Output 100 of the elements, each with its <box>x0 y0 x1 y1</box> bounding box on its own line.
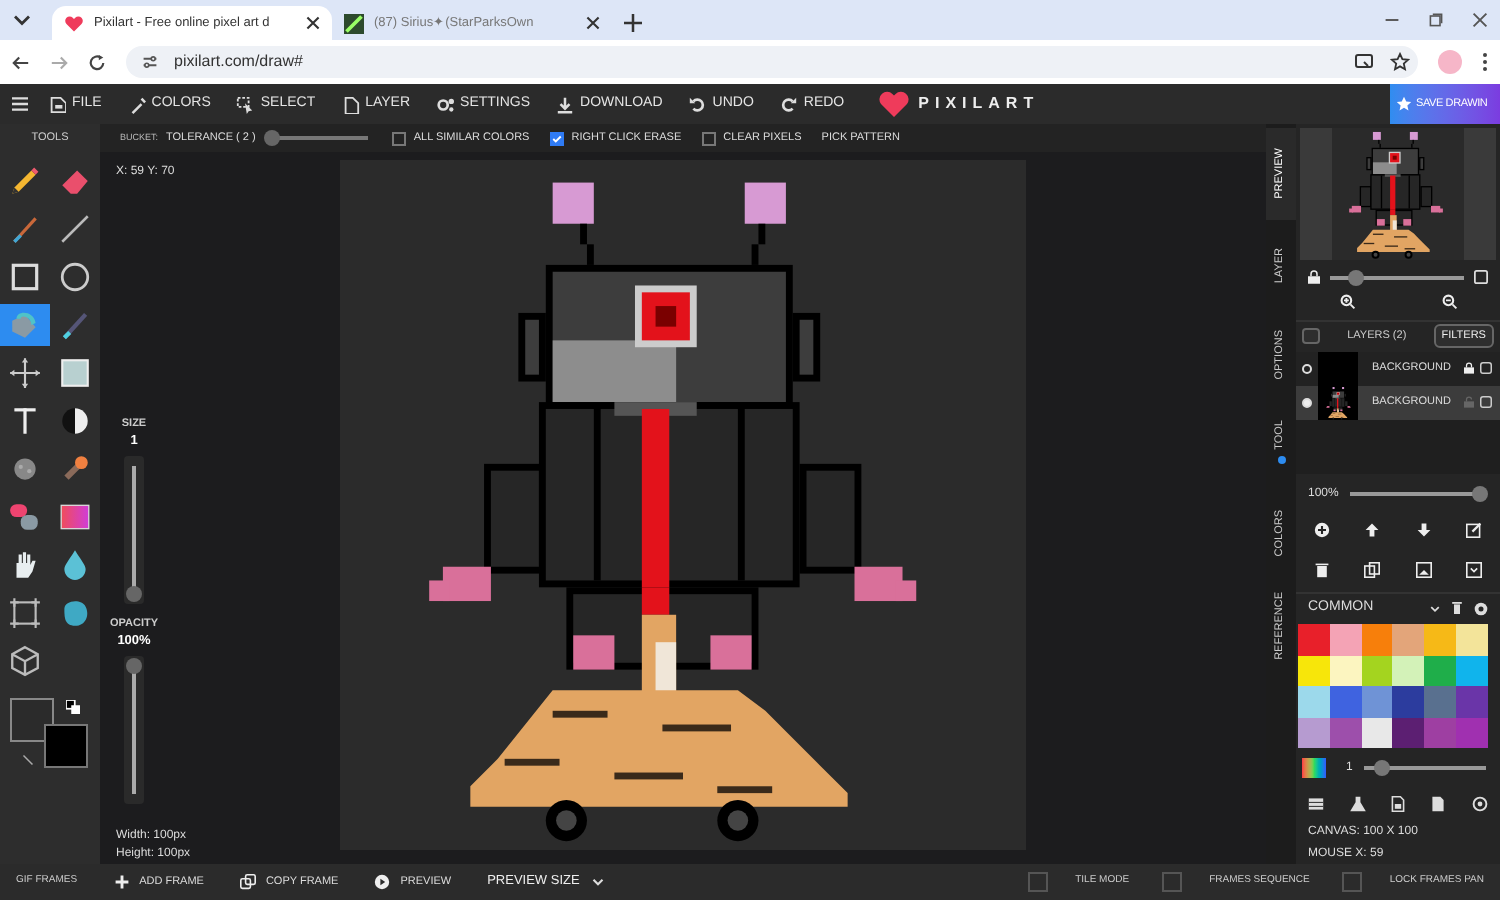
color-swatch[interactable] <box>1298 655 1330 687</box>
secondary-color-swatch[interactable] <box>44 724 88 768</box>
checkbox[interactable] <box>549 131 564 145</box>
url-text: pixilart.com/draw# <box>174 50 303 74</box>
merge-icon[interactable] <box>1466 561 1483 578</box>
color-swatch[interactable] <box>1392 717 1425 749</box>
pipette-icon <box>127 95 146 113</box>
checkbox-icon[interactable] <box>1480 362 1492 375</box>
document-icon[interactable] <box>1430 796 1447 813</box>
file-icon[interactable] <box>1389 796 1406 813</box>
edit-icon[interactable] <box>1466 521 1483 538</box>
color-swatch[interactable] <box>1424 624 1457 656</box>
settings-icon[interactable] <box>1474 601 1488 616</box>
color-swatch[interactable] <box>1392 624 1425 656</box>
slider-thumb[interactable] <box>126 585 142 602</box>
color-swatch[interactable] <box>1424 717 1457 749</box>
image-icon[interactable] <box>1415 561 1432 578</box>
trash-icon[interactable] <box>1313 561 1330 578</box>
target-icon[interactable] <box>1471 796 1488 813</box>
color-swatch[interactable] <box>1456 624 1488 656</box>
heart-icon <box>878 90 911 118</box>
undo-icon <box>688 95 707 113</box>
check-icon <box>551 133 562 143</box>
file-icon <box>48 95 66 113</box>
color-swatch[interactable] <box>1392 655 1425 687</box>
star-icon[interactable] <box>1390 52 1410 72</box>
logo-text: PIXILART <box>918 92 1040 116</box>
spray-icon <box>8 452 42 486</box>
color-swatch[interactable] <box>1298 686 1330 718</box>
color-swatch[interactable] <box>1329 624 1362 656</box>
address-bar[interactable]: pixilart.com/draw# <box>126 46 1418 78</box>
zoom-slider[interactable] <box>1330 269 1464 286</box>
slider-thumb[interactable] <box>1348 269 1365 286</box>
page-icon <box>341 95 360 113</box>
drop-icon <box>58 548 92 582</box>
color-swatch[interactable] <box>1329 686 1362 718</box>
primary-color-swatch[interactable] <box>10 698 54 742</box>
selection-icon <box>236 95 255 113</box>
copy-icon[interactable] <box>1364 561 1381 578</box>
menu-icon[interactable] <box>12 96 28 112</box>
layer-thumbnail <box>1318 351 1358 386</box>
slider-thumb[interactable] <box>1374 760 1391 777</box>
slider-thumb[interactable] <box>126 658 142 675</box>
add-icon[interactable] <box>1313 521 1330 538</box>
color-swatch[interactable] <box>1298 717 1330 749</box>
zoom-in-icon[interactable] <box>1339 293 1355 310</box>
redo-icon <box>779 95 798 113</box>
add-color-button[interactable] <box>1302 758 1326 779</box>
pencil-icon <box>8 164 42 198</box>
back-icon[interactable] <box>12 53 30 71</box>
slider-thumb[interactable] <box>264 130 281 146</box>
close-icon[interactable] <box>306 16 320 30</box>
pixel-art-drawing[interactable] <box>340 160 1026 850</box>
checkbox[interactable] <box>1341 872 1362 892</box>
color-swatch[interactable] <box>1424 686 1457 718</box>
color-swatch[interactable] <box>1456 717 1488 749</box>
flask-icon[interactable] <box>1349 796 1366 813</box>
fit-icon[interactable] <box>1474 270 1488 285</box>
caret-icon[interactable] <box>1430 603 1440 614</box>
reset-colors-icon[interactable] <box>22 754 34 766</box>
visibility-toggle[interactable] <box>1302 363 1312 374</box>
menu-icon[interactable] <box>1482 52 1488 72</box>
lock-icon[interactable] <box>1464 362 1474 375</box>
new-tab-icon[interactable] <box>624 14 642 32</box>
color-swatch[interactable] <box>1424 655 1457 687</box>
cast-icon[interactable] <box>1354 52 1374 72</box>
color-swatch[interactable] <box>1392 686 1425 718</box>
swap-colors-icon[interactable] <box>66 700 80 714</box>
vertical-slider[interactable] <box>124 456 144 604</box>
tolerance-slider[interactable] <box>267 130 368 146</box>
checkbox[interactable] <box>1027 872 1048 892</box>
color-swatch[interactable] <box>1298 624 1330 656</box>
down-arrow-icon[interactable] <box>1415 521 1432 538</box>
gears-icon <box>436 95 455 113</box>
grid-icon[interactable] <box>1308 796 1325 813</box>
color-swatch[interactable] <box>1361 624 1393 656</box>
heart-icon <box>64 13 84 33</box>
close-icon[interactable] <box>1472 12 1488 28</box>
close-icon[interactable] <box>586 16 600 30</box>
checkbox[interactable] <box>1161 872 1182 892</box>
plus-icon <box>113 874 130 890</box>
site-info-icon <box>142 54 158 70</box>
up-arrow-icon[interactable] <box>1364 521 1381 538</box>
slider-thumb[interactable] <box>1472 486 1488 503</box>
vertical-slider[interactable] <box>124 656 144 804</box>
color-swatch[interactable] <box>1456 655 1488 687</box>
checkbox[interactable] <box>391 131 406 145</box>
restore-icon[interactable] <box>1428 12 1444 28</box>
checkbox-icon[interactable] <box>1480 396 1492 409</box>
color-swatch[interactable] <box>1456 686 1488 718</box>
visibility-toggle[interactable] <box>1302 397 1312 408</box>
zoom-out-icon[interactable] <box>1441 293 1457 310</box>
lock-icon[interactable] <box>1308 270 1320 285</box>
layer-settings-button[interactable] <box>1302 328 1320 345</box>
checkbox[interactable] <box>701 131 716 145</box>
color-swatch[interactable] <box>1361 686 1393 718</box>
reload-icon[interactable] <box>88 53 106 71</box>
brush-size-slider[interactable] <box>1364 760 1486 777</box>
trash-icon[interactable] <box>1452 602 1462 615</box>
line-icon <box>58 212 92 246</box>
